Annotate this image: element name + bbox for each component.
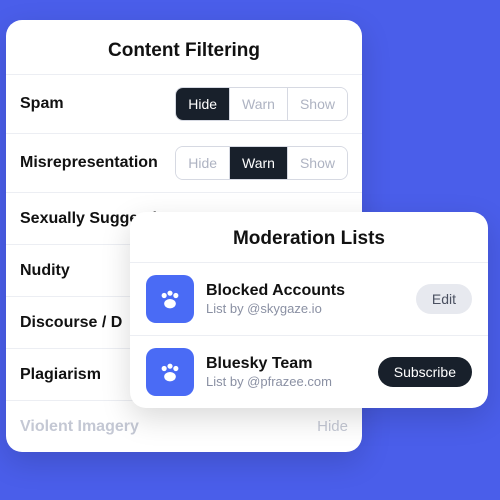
moderation-list-title: Blocked Accounts (206, 282, 404, 300)
segment-warn[interactable]: Warn (229, 88, 287, 120)
moderation-lists-title: Moderation Lists (130, 220, 488, 262)
segment-show[interactable]: Show (287, 88, 347, 120)
moderation-list-title: Bluesky Team (206, 355, 366, 373)
moderation-list-subtitle: List by @skygaze.io (206, 301, 404, 316)
filter-row-misrepresentation: Misrepresentation Hide Warn Show (6, 133, 362, 192)
segmented-control: Hide Warn Show (175, 87, 348, 121)
filter-label: Spam (20, 95, 64, 113)
subscribe-button[interactable]: Subscribe (378, 357, 472, 387)
segment-warn[interactable]: Warn (229, 147, 287, 179)
content-filtering-title: Content Filtering (6, 32, 362, 74)
filter-label: Plagiarism (20, 366, 101, 384)
filter-label: Misrepresentation (20, 154, 158, 172)
filter-label: Nudity (20, 262, 70, 280)
segment-hide[interactable]: Hide (176, 147, 229, 179)
moderation-list-subtitle: List by @pfrazee.com (206, 374, 366, 389)
segmented-control: Hide Warn Show (175, 146, 348, 180)
paw-icon (146, 348, 194, 396)
moderation-list-text: Bluesky Team List by @pfrazee.com (206, 355, 366, 389)
segment-show[interactable]: Show (287, 147, 347, 179)
filter-label: Violent Imagery (20, 418, 139, 436)
paw-icon (146, 275, 194, 323)
segment-hide[interactable]: Hide (176, 88, 229, 120)
edit-button[interactable]: Edit (416, 284, 472, 314)
moderation-list-item: Blocked Accounts List by @skygaze.io Edi… (130, 262, 488, 335)
filter-row-spam: Spam Hide Warn Show (6, 74, 362, 133)
filter-value: Hide (317, 418, 348, 435)
moderation-list-item: Bluesky Team List by @pfrazee.com Subscr… (130, 335, 488, 408)
moderation-lists-card: Moderation Lists Blocked Accounts List b… (130, 212, 488, 408)
filter-label: Discourse / D (20, 314, 122, 332)
moderation-list-text: Blocked Accounts List by @skygaze.io (206, 282, 404, 316)
